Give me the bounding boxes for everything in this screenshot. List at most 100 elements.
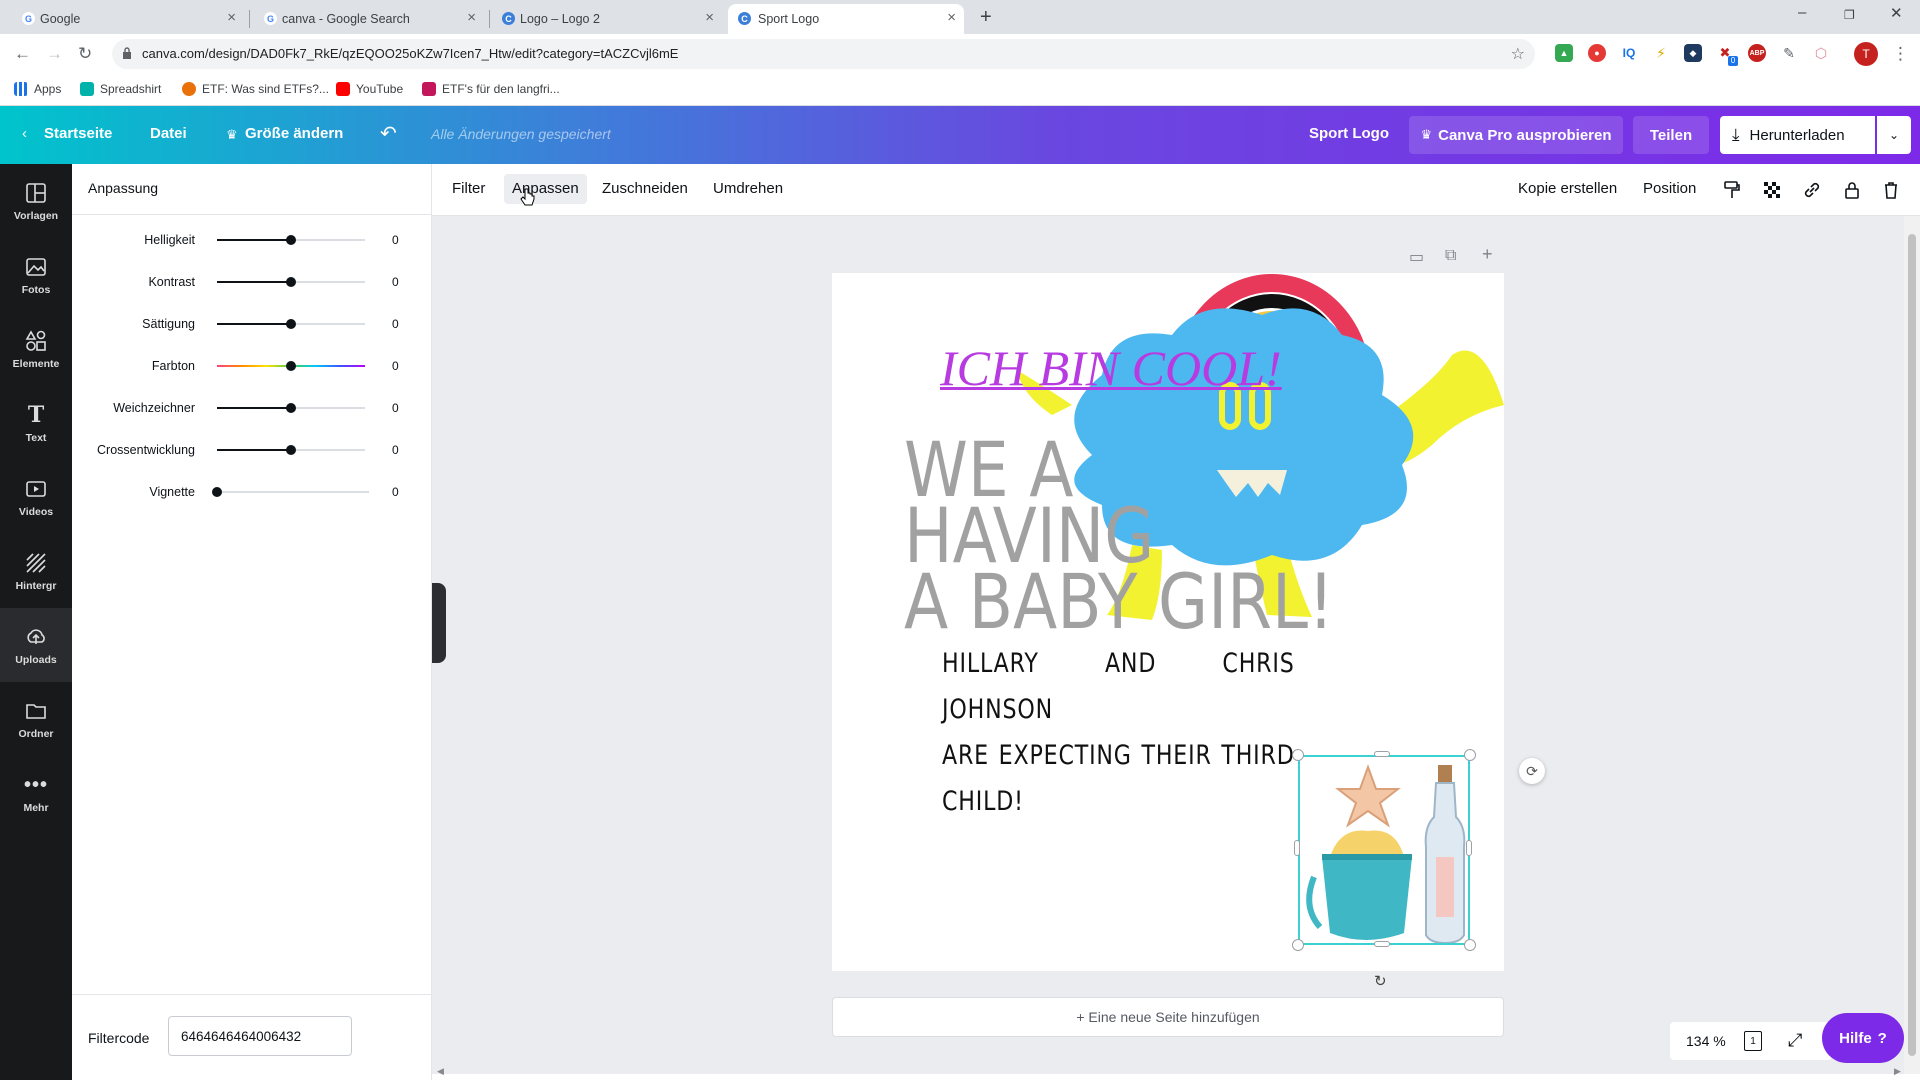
rail-item-videos[interactable]: Videos <box>0 460 72 534</box>
slider-handle[interactable] <box>286 277 296 287</box>
page-notes-icon[interactable]: ▭ <box>1409 247 1424 267</box>
slider-track[interactable] <box>217 403 365 413</box>
profile-avatar[interactable]: T <box>1854 42 1878 66</box>
vertical-scrollbar[interactable] <box>1904 216 1920 1074</box>
adjust-button[interactable]: Anpassen <box>504 174 587 204</box>
slider-handle[interactable] <box>286 361 296 371</box>
copy-page-icon[interactable]: ⧉ <box>1445 247 1456 265</box>
slider-track[interactable] <box>217 277 365 287</box>
resize-handle[interactable] <box>1466 840 1472 856</box>
rail-item-uploads[interactable]: Uploads <box>0 608 72 682</box>
filtercode-input[interactable] <box>168 1016 352 1056</box>
slider-handle[interactable] <box>286 403 296 413</box>
close-tab-icon[interactable]: × <box>467 10 476 25</box>
close-tab-icon[interactable]: × <box>227 10 236 25</box>
slider-saturation[interactable]: Sättigung 0 <box>72 314 432 334</box>
browser-tab-sport-logo[interactable]: C Sport Logo × <box>728 4 964 34</box>
resize-handle[interactable] <box>1374 751 1390 757</box>
slider-vignette[interactable]: Vignette 0 <box>72 482 432 502</box>
page-count-badge[interactable]: 1 <box>1744 1031 1762 1051</box>
bookmark-etf[interactable]: ETF: Was sind ETFs?... <box>182 82 329 96</box>
refresh-element-icon[interactable]: ⟳ <box>1519 758 1545 784</box>
resize-handle[interactable] <box>1294 840 1300 856</box>
link-icon[interactable] <box>1802 180 1822 200</box>
scroll-left-icon[interactable]: ◀ <box>437 1066 444 1077</box>
reload-icon[interactable]: ↻ <box>78 44 92 64</box>
back-icon[interactable]: ← <box>14 44 31 64</box>
download-button[interactable]: ⤓ Herunterladen <box>1720 116 1875 154</box>
browser-tab-canva-search[interactable]: G canva - Google Search × <box>260 4 484 34</box>
close-tab-icon[interactable]: × <box>947 10 956 25</box>
slider-blur[interactable]: Weichzeichner 0 <box>72 398 432 418</box>
scroll-right-icon[interactable]: ▶ <box>1894 1066 1901 1077</box>
rail-item-background[interactable]: Hintergr <box>0 534 72 608</box>
position-button[interactable]: Position <box>1643 180 1696 197</box>
download-options-chevron-icon[interactable]: ⌄ <box>1877 116 1911 154</box>
scrollbar-thumb[interactable] <box>1908 234 1916 1056</box>
paint-format-icon[interactable] <box>1722 180 1742 200</box>
baby-announcement-text[interactable]: WE A HAVING A BABY GIRL! <box>904 432 1334 640</box>
slider-cross-process[interactable]: Crossentwicklung 0 <box>72 440 432 460</box>
resize-button[interactable]: Größe ändern <box>245 125 343 142</box>
selection-box[interactable] <box>1298 755 1470 945</box>
extension-icon[interactable]: ✎ <box>1780 44 1798 62</box>
flip-button[interactable]: Umdrehen <box>713 180 783 197</box>
lock-icon[interactable] <box>1842 180 1862 200</box>
resize-handle[interactable] <box>1374 941 1390 947</box>
slider-handle[interactable] <box>286 235 296 245</box>
extension-icon[interactable]: ◆ <box>1684 44 1702 62</box>
slider-track[interactable] <box>212 487 369 497</box>
rail-item-more[interactable]: ••• Mehr <box>0 756 72 830</box>
close-window-icon[interactable]: ✕ <box>1890 4 1903 22</box>
help-button[interactable]: Hilfe ? <box>1822 1013 1904 1063</box>
rail-item-folder[interactable]: Ordner <box>0 682 72 756</box>
crop-button[interactable]: Zuschneiden <box>602 180 688 197</box>
expecting-text[interactable]: HILLARY AND CHRIS JOHNSON ARE EXPECTING … <box>942 641 1295 825</box>
extension-icon[interactable]: ● <box>1588 44 1606 62</box>
duplicate-button[interactable]: Kopie erstellen <box>1518 180 1617 197</box>
slider-handle[interactable] <box>286 445 296 455</box>
zoom-level[interactable]: 134 % <box>1686 1033 1726 1049</box>
browser-tab-google[interactable]: G Google × <box>18 4 244 34</box>
file-menu-button[interactable]: Datei <box>150 125 187 142</box>
slider-handle[interactable] <box>212 487 222 497</box>
resize-handle[interactable] <box>1292 749 1304 761</box>
bookmark-etf-langfristig[interactable]: ETF's für den langfri... <box>422 82 560 96</box>
bookmark-star-icon[interactable]: ☆ <box>1511 44 1525 64</box>
slider-contrast[interactable]: Kontrast 0 <box>72 272 432 292</box>
add-page-button[interactable]: + Eine neue Seite hinzufügen <box>832 997 1504 1037</box>
slider-track[interactable] <box>217 319 365 329</box>
rail-item-photos[interactable]: Fotos <box>0 238 72 312</box>
forward-icon[interactable]: → <box>46 44 63 64</box>
close-tab-icon[interactable]: × <box>705 10 714 25</box>
slider-hue[interactable]: Farbton 0 <box>72 356 432 376</box>
slider-handle[interactable] <box>286 319 296 329</box>
try-pro-button[interactable]: ♛ Canva Pro ausprobieren <box>1409 116 1623 154</box>
restore-icon[interactable]: ❐ <box>1844 8 1855 22</box>
bookmark-youtube[interactable]: YouTube <box>336 82 403 96</box>
headline-text[interactable]: ICH BIN COOL! <box>940 339 1282 397</box>
chevron-left-icon[interactable]: ‹ <box>22 125 27 142</box>
resize-handle[interactable] <box>1464 939 1476 951</box>
omnibox[interactable]: canva.com/design/DAD0Fk7_RkE/qzEQOO25oKZ… <box>112 39 1535 69</box>
slider-track[interactable] <box>217 235 365 245</box>
browser-menu-icon[interactable]: ⋮ <box>1892 44 1909 64</box>
rail-item-text[interactable]: T Text <box>0 386 72 460</box>
resize-handle[interactable] <box>1292 939 1304 951</box>
filter-button[interactable]: Filter <box>452 180 485 197</box>
minimize-icon[interactable]: – <box>1798 4 1806 21</box>
rotate-icon[interactable]: ↻ <box>1374 972 1387 990</box>
adblock-icon[interactable]: ABP <box>1748 44 1766 62</box>
extension-icon[interactable]: ⚡ <box>1652 44 1670 62</box>
rail-item-elements[interactable]: Elemente <box>0 312 72 386</box>
bookmark-apps[interactable]: Apps <box>14 82 61 96</box>
undo-icon[interactable]: ↶ <box>380 121 397 146</box>
slider-brightness[interactable]: Helligkeit 0 <box>72 230 432 250</box>
extension-icon[interactable]: ▲ <box>1555 44 1573 62</box>
transparency-icon[interactable] <box>1762 180 1782 200</box>
trash-icon[interactable] <box>1881 180 1901 200</box>
design-title[interactable]: Sport Logo <box>1309 125 1389 142</box>
browser-tab-logo-2[interactable]: C Logo – Logo 2 × <box>498 4 722 34</box>
bookmark-spreadshirt[interactable]: Spreadshirt <box>80 82 161 96</box>
add-page-icon[interactable]: + <box>1482 244 1493 265</box>
